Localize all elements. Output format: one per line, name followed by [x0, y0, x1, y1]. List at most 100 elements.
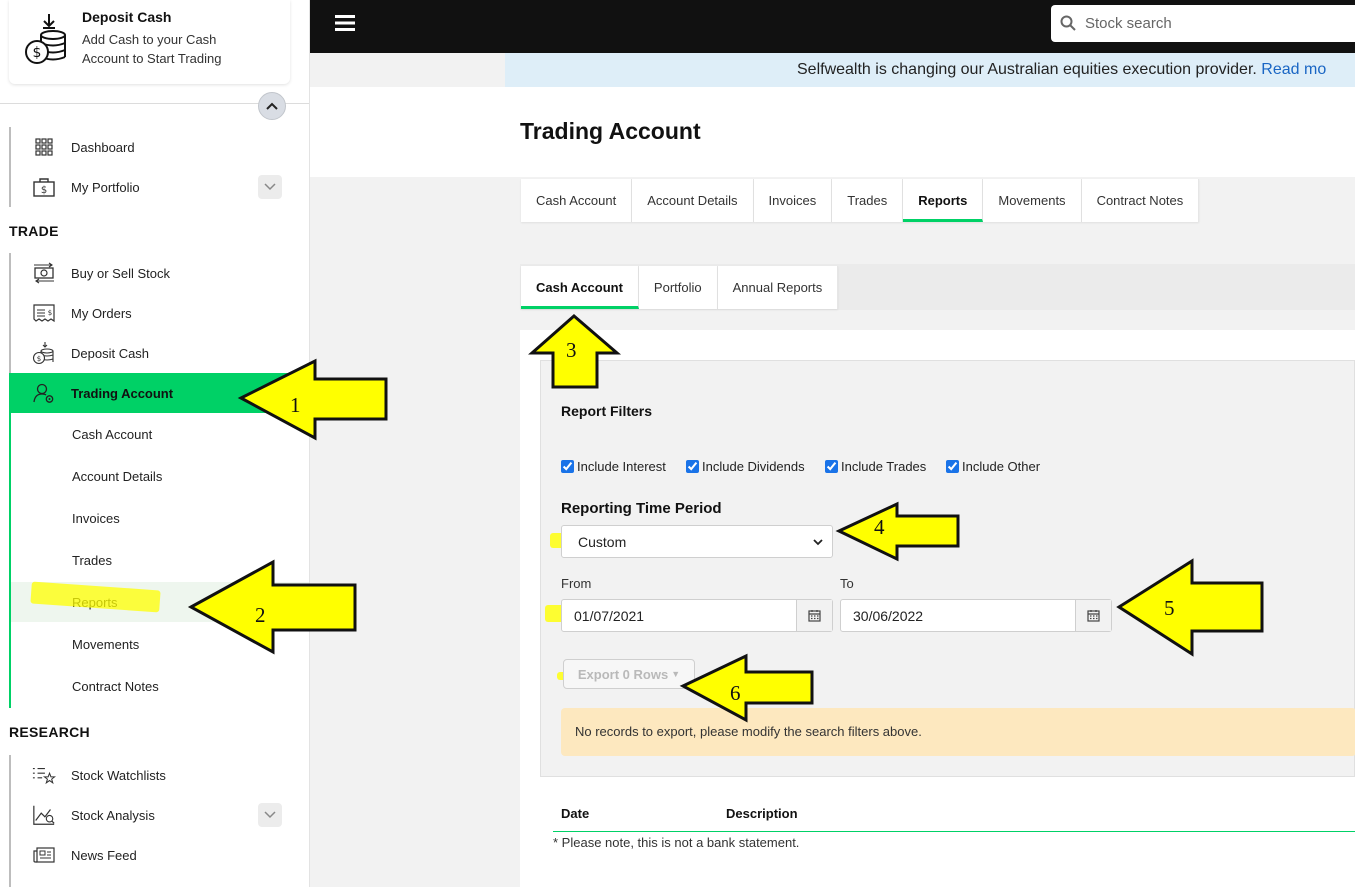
- sidebar-item-label: My Orders: [71, 305, 132, 321]
- from-date-input[interactable]: 01/07/2021: [561, 599, 833, 632]
- stock-search-box[interactable]: [1051, 5, 1355, 42]
- sidebar-item-my-portfolio[interactable]: $ My Portfolio: [11, 167, 309, 207]
- export-button-label: Export 0 Rows: [577, 666, 669, 682]
- sidebar-item-news-feed[interactable]: News Feed: [11, 835, 309, 875]
- calendar-icon[interactable]: [1075, 600, 1111, 631]
- svg-text:$: $: [37, 355, 41, 363]
- tab-cash-account[interactable]: Cash Account: [521, 179, 633, 222]
- sidebar-subitem-contract-notes[interactable]: Contract Notes: [11, 666, 309, 706]
- subtab-portfolio[interactable]: Portfolio: [638, 266, 718, 309]
- page-header: Trading Account: [310, 87, 1355, 177]
- tab-contract-notes[interactable]: Contract Notes: [1081, 179, 1200, 222]
- sidebar: $ Deposit Cash Add Cash to your Cash Acc…: [0, 0, 310, 887]
- checkbox-input[interactable]: [561, 460, 574, 473]
- sidebar-subitem-account-details[interactable]: Account Details: [11, 456, 309, 496]
- reporting-period-select[interactable]: Custom: [561, 525, 833, 558]
- to-date-value: 30/06/2022: [853, 608, 924, 624]
- user-gear-icon: [32, 381, 56, 405]
- sidebar-item-buy-sell-stock[interactable]: Buy or Sell Stock: [11, 253, 309, 293]
- sidebar-item-label: Buy or Sell Stock: [71, 265, 170, 281]
- to-date-input[interactable]: 30/06/2022: [840, 599, 1112, 632]
- subtab-annual-reports[interactable]: Annual Reports: [717, 266, 839, 309]
- checkbox-label: Include Trades: [841, 459, 927, 474]
- section-title-research: RESEARCH: [9, 724, 90, 740]
- subtab-cash-account[interactable]: Cash Account: [521, 266, 639, 309]
- sidebar-item-stock-watchlists[interactable]: Stock Watchlists: [11, 755, 309, 795]
- svg-text:$: $: [48, 309, 52, 317]
- checkbox-input[interactable]: [686, 460, 699, 473]
- tab-trades[interactable]: Trades: [832, 179, 904, 222]
- svg-text:$: $: [33, 45, 42, 61]
- coins-deposit-icon: $: [25, 14, 66, 64]
- reporting-period-label: Reporting Time Period: [561, 500, 722, 517]
- briefcase-dollar-icon: $: [32, 175, 56, 199]
- from-label: From: [561, 576, 592, 591]
- chart-analysis-icon: [32, 803, 56, 827]
- exchange-cash-icon: [32, 261, 56, 285]
- chevron-down-icon[interactable]: [258, 175, 282, 199]
- sidebar-subitem-label: Invoices: [72, 510, 120, 526]
- sidebar-item-dashboard[interactable]: Dashboard: [11, 127, 309, 167]
- annotation-number-6: 6: [730, 681, 741, 705]
- checkbox-label: Include Dividends: [702, 459, 805, 474]
- deposit-card-title: Deposit Cash: [82, 9, 172, 25]
- no-records-alert: No records to export, please modify the …: [561, 708, 1355, 756]
- include-other-checkbox[interactable]: Include Other: [946, 459, 1040, 474]
- banner-text: Selfwealth is changing our Australian eq…: [797, 61, 1257, 78]
- sidebar-item-label: Stock Watchlists: [71, 767, 166, 783]
- hamburger-menu-icon[interactable]: [334, 12, 356, 34]
- sidebar-item-label: News Feed: [71, 847, 137, 863]
- sidebar-item-label: Stock Analysis: [71, 807, 155, 823]
- sidebar-subitem-trades[interactable]: Trades: [11, 540, 309, 580]
- include-dividends-checkbox[interactable]: Include Dividends: [686, 459, 805, 474]
- report-content: Report Filters Include Interest Include …: [520, 330, 1355, 887]
- results-table-header: Date Description: [553, 802, 1355, 832]
- stock-search-input[interactable]: [1085, 11, 1345, 36]
- tab-movements[interactable]: Movements: [983, 179, 1082, 222]
- sidebar-item-stock-analysis[interactable]: Stock Analysis: [11, 795, 309, 835]
- tab-account-details[interactable]: Account Details: [632, 179, 754, 222]
- section-title-trade: TRADE: [9, 223, 59, 239]
- reporting-period-value: Custom: [578, 534, 627, 550]
- caret-down-icon: ▼: [671, 669, 681, 679]
- sidebar-subitem-invoices[interactable]: Invoices: [11, 498, 309, 538]
- sidebar-subitem-label: Trades: [72, 552, 112, 568]
- sidebar-subitem-movements[interactable]: Movements: [11, 624, 309, 664]
- tab-reports[interactable]: Reports: [903, 179, 984, 222]
- sidebar-item-label: Trading Account: [71, 385, 174, 401]
- report-filters-title: Report Filters: [561, 403, 653, 419]
- sidebar-item-label: My Portfolio: [71, 179, 140, 195]
- sidebar-subitem-label: Cash Account: [72, 426, 153, 442]
- checkbox-input[interactable]: [825, 460, 838, 473]
- sidebar-subitem-cash-account[interactable]: Cash Account: [11, 414, 309, 454]
- sidebar-item-trading-account[interactable]: Trading Account: [9, 373, 309, 413]
- annotation-number-3: 3: [566, 338, 577, 362]
- column-header-description: Description: [726, 806, 798, 821]
- page-title: Trading Account: [520, 118, 701, 144]
- sidebar-item-label: Dashboard: [71, 139, 135, 155]
- report-subtabs: Cash Account Portfolio Annual Reports: [521, 266, 839, 309]
- tab-invoices[interactable]: Invoices: [753, 179, 833, 222]
- sidebar-subitem-label: Movements: [72, 636, 140, 652]
- bank-statement-note: * Please note, this is not a bank statem…: [553, 835, 800, 850]
- collapse-button[interactable]: [258, 92, 286, 120]
- sidebar-item-my-orders[interactable]: $ My Orders: [11, 293, 309, 333]
- annotation-number-2: 2: [255, 603, 266, 627]
- column-header-date: Date: [561, 806, 590, 821]
- coins-deposit-icon: $: [32, 341, 56, 365]
- deposit-cash-card[interactable]: $ Deposit Cash Add Cash to your Cash Acc…: [9, 0, 290, 84]
- banner-read-more-link[interactable]: Read mo: [1261, 61, 1326, 78]
- sidebar-item-deposit-cash[interactable]: $ Deposit Cash: [11, 333, 309, 373]
- chevron-down-icon[interactable]: [258, 803, 282, 827]
- include-interest-checkbox[interactable]: Include Interest: [561, 459, 666, 474]
- list-star-icon: [32, 763, 56, 787]
- svg-text:$: $: [41, 185, 47, 196]
- export-rows-button[interactable]: Export 0 Rows ▼: [563, 659, 695, 689]
- checkbox-input[interactable]: [946, 460, 959, 473]
- calendar-icon[interactable]: [796, 600, 832, 631]
- deposit-card-subtitle: Add Cash to your Cash Account to Start T…: [82, 32, 222, 66]
- main-tabs: Cash Account Account Details Invoices Tr…: [521, 179, 1200, 222]
- to-label: To: [840, 576, 854, 591]
- include-trades-checkbox[interactable]: Include Trades: [825, 459, 926, 474]
- sidebar-subitem-label: Account Details: [72, 468, 163, 484]
